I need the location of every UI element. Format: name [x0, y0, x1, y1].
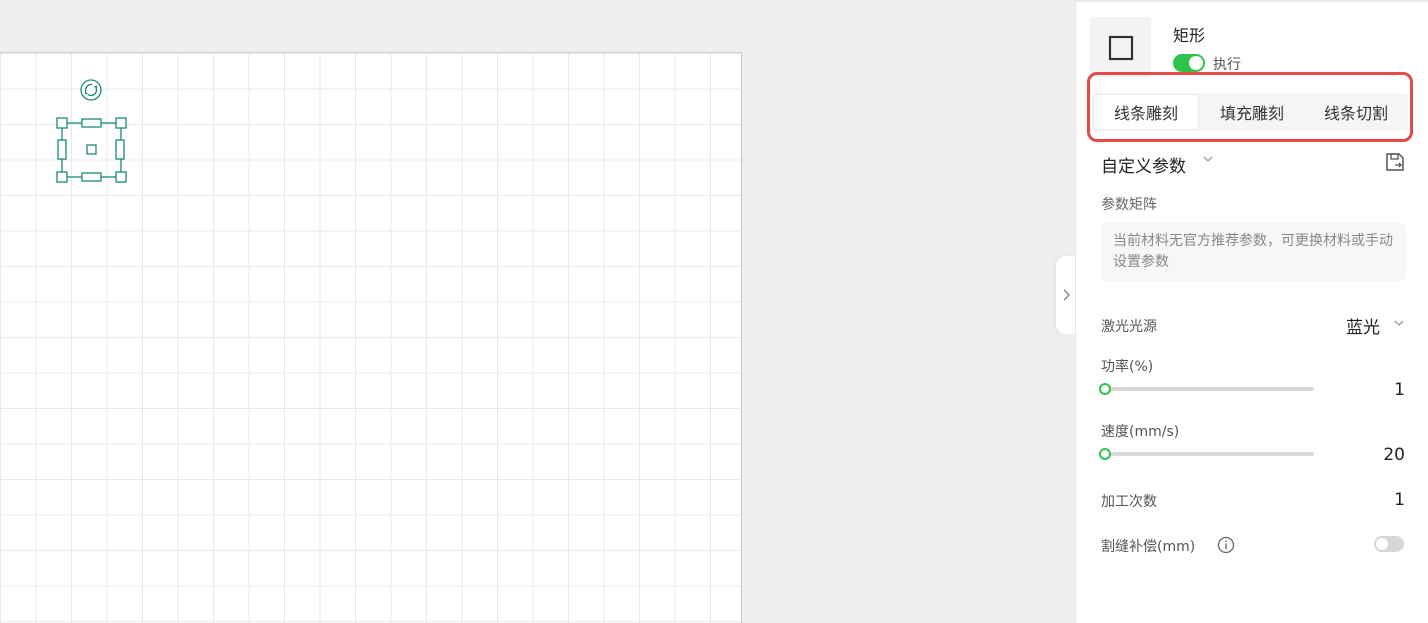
matrix-title: 参数矩阵 — [1101, 197, 1157, 213]
speed-slider[interactable] — [1099, 448, 1314, 460]
info-icon[interactable] — [1217, 536, 1235, 554]
shape-thumbnail — [1090, 17, 1151, 78]
move-handle[interactable] — [86, 144, 97, 155]
process-mode-tabs: 线条雕刻 填充雕刻 线条切割 — [1092, 93, 1408, 131]
power-label: 功率(%) — [1101, 359, 1154, 375]
speed-label: 速度(mm/s) — [1101, 424, 1180, 440]
resize-handle-s[interactable] — [81, 172, 102, 182]
rotate-icon[interactable] — [80, 79, 102, 105]
square-shape-icon — [1108, 35, 1133, 60]
tab-fill-engrave[interactable]: 填充雕刻 — [1200, 93, 1304, 131]
kerf-label: 割缝补偿(mm) — [1101, 539, 1196, 555]
passes-label: 加工次数 — [1101, 494, 1157, 510]
laser-source-label: 激光光源 — [1101, 319, 1157, 335]
power-slider[interactable] — [1099, 383, 1314, 395]
chevron-down-icon — [1394, 320, 1404, 326]
collapse-panel-button[interactable] — [1056, 256, 1076, 334]
workspace — [0, 0, 1075, 623]
panel-divider — [1076, 0, 1428, 2]
resize-handle-nw[interactable] — [56, 117, 68, 129]
kerf-toggle[interactable] — [1374, 536, 1404, 552]
resize-handle-w[interactable] — [57, 139, 67, 160]
design-canvas[interactable] — [0, 52, 742, 623]
shape-name: 矩形 — [1173, 26, 1206, 45]
resize-handle-se[interactable] — [115, 171, 127, 183]
chevron-right-icon — [1063, 289, 1070, 301]
speed-value[interactable]: 20 — [1383, 445, 1405, 465]
power-value[interactable]: 1 — [1394, 380, 1405, 400]
execute-toggle[interactable] — [1173, 54, 1205, 72]
selected-rectangle[interactable] — [0, 113, 140, 253]
resize-handle-sw[interactable] — [56, 171, 68, 183]
tab-line-engrave[interactable]: 线条雕刻 — [1094, 95, 1198, 129]
resize-handle-e[interactable] — [115, 139, 125, 160]
passes-value[interactable]: 1 — [1394, 490, 1405, 510]
speed-slider-thumb[interactable] — [1099, 448, 1111, 460]
laser-source-selector[interactable]: 激光光源 蓝光 — [1101, 313, 1406, 338]
properties-panel: 矩形 执行 线条雕刻 填充雕刻 线条切割 自定义参数 参数矩阵 当前材料无官方推… — [1075, 0, 1428, 623]
power-slider-thumb[interactable] — [1099, 383, 1111, 395]
tab-line-cut[interactable]: 线条切割 — [1304, 93, 1408, 131]
resize-handle-ne[interactable] — [115, 117, 127, 129]
execute-label: 执行 — [1213, 57, 1241, 73]
save-preset-icon[interactable] — [1384, 151, 1406, 173]
laser-source-value: 蓝光 — [1346, 318, 1380, 338]
chevron-down-icon — [1203, 156, 1213, 162]
resize-handle-n[interactable] — [81, 118, 102, 128]
matrix-message: 当前材料无官方推荐参数，可更换材料或手动设置参数 — [1101, 223, 1406, 281]
preset-label: 自定义参数 — [1101, 157, 1186, 177]
preset-selector[interactable]: 自定义参数 — [1101, 150, 1406, 177]
